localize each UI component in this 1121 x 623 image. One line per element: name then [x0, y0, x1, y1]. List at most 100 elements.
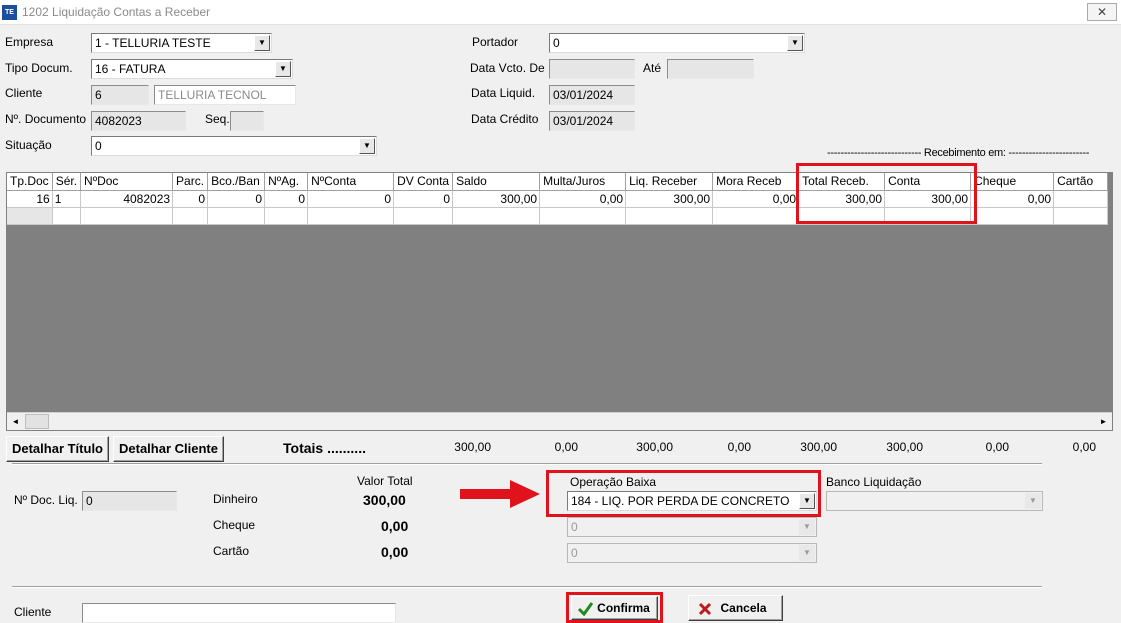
cliente-label: Cliente [5, 86, 43, 100]
grid-cell[interactable] [80, 207, 174, 225]
grid-cell[interactable] [307, 207, 395, 225]
situacao-select[interactable]: 0 ▼ [91, 136, 377, 156]
check-icon [577, 602, 594, 616]
scroll-right-icon[interactable]: ► [1095, 413, 1112, 430]
chevron-down-icon[interactable]: ▼ [799, 545, 815, 561]
grid-cell[interactable]: 300,00 [452, 190, 541, 208]
close-button[interactable]: ✕ [1087, 3, 1117, 21]
banco-liquidacao-select[interactable]: ▼ [826, 491, 1043, 511]
grid-cell[interactable] [7, 207, 53, 225]
cancela-button[interactable]: Cancela [688, 595, 783, 621]
grid-cell[interactable] [539, 207, 627, 225]
scroll-thumb[interactable] [25, 414, 49, 429]
cliente-bottom-field[interactable] [82, 603, 396, 623]
data-liquid-field[interactable]: 03/01/2024 [549, 85, 635, 105]
operacao-baixa-select[interactable]: 184 - LIQ. POR PERDA DE CONCRETO ▼ [567, 491, 817, 511]
grid-cell[interactable]: 0,00 [712, 190, 800, 208]
recebimento-caption: ---------------------------- Recebimento… [827, 147, 1090, 159]
chevron-down-icon[interactable]: ▼ [799, 519, 815, 535]
portador-select[interactable]: 0 ▼ [549, 33, 805, 53]
grid-cell[interactable] [393, 207, 454, 225]
num-doc-liq-field[interactable]: 0 [82, 491, 177, 511]
dinheiro-value: 300,00 [363, 492, 406, 508]
cheque-label: Cheque [213, 518, 256, 532]
grid-cell[interactable] [172, 207, 209, 225]
horizontal-scrollbar[interactable]: ◄ ► [7, 412, 1112, 430]
confirma-button[interactable]: Confirma [571, 596, 658, 620]
divider [12, 463, 1042, 465]
grid-cell[interactable]: 0 [172, 190, 209, 208]
grid-cell[interactable] [264, 207, 309, 225]
seq-field[interactable] [230, 111, 264, 131]
grid-cell[interactable]: 0 [307, 190, 395, 208]
ate-field[interactable] [667, 59, 754, 79]
cliente-code-field[interactable]: 6 [91, 85, 149, 105]
data-vcto-field[interactable] [549, 59, 635, 79]
app-icon: TE [2, 5, 17, 20]
grid-column-header[interactable]: Bco./Ban [207, 173, 266, 191]
grid-column-header[interactable]: Cartão [1053, 173, 1109, 191]
grid-column-header[interactable]: Multa/Juros [539, 173, 627, 191]
grid-column-header[interactable]: NºConta [307, 173, 395, 191]
grid-column-header[interactable]: Cheque [970, 173, 1055, 191]
grid-cell[interactable] [712, 207, 800, 225]
chevron-down-icon[interactable]: ▼ [799, 493, 815, 509]
grid-cell[interactable] [625, 207, 714, 225]
grid-cell[interactable]: 16 [7, 190, 53, 208]
grid-cell[interactable] [207, 207, 266, 225]
grid-cell[interactable]: 0 [264, 190, 309, 208]
grid-cell[interactable]: 0 [207, 190, 266, 208]
num-documento-label: Nº. Documento [5, 112, 87, 126]
total-cheque: 0,00 [985, 440, 1009, 454]
cartao-label: Cartão [213, 544, 250, 558]
grid-column-header[interactable]: Parc. [172, 173, 209, 191]
tipo-docum-label: Tipo Docum. [5, 61, 73, 75]
num-documento-field[interactable]: 4082023 [91, 111, 186, 131]
chevron-down-icon[interactable]: ▼ [254, 35, 270, 51]
scroll-left-icon[interactable]: ◄ [7, 413, 24, 430]
grid-cell[interactable]: 0,00 [539, 190, 627, 208]
grid-cell[interactable] [52, 207, 82, 225]
grid-column-header[interactable]: Saldo [452, 173, 541, 191]
total-multa-juros: 0,00 [554, 440, 578, 454]
grid-column-header[interactable]: Liq. Receber [625, 173, 714, 191]
cartao-select[interactable]: 0 ▼ [567, 543, 817, 563]
total-saldo: 300,00 [454, 440, 491, 454]
grid-cell[interactable]: 0 [393, 190, 454, 208]
chevron-down-icon[interactable]: ▼ [359, 138, 375, 154]
cliente-name-field[interactable]: TELLURIA TECNOL [154, 85, 296, 105]
window-title: 1202 Liquidação Contas a Receber [22, 5, 211, 19]
grid-column-header[interactable]: Mora Receb [712, 173, 800, 191]
detalhar-cliente-button[interactable]: Detalhar Cliente [113, 436, 224, 462]
grid-column-header[interactable]: DV Conta [393, 173, 454, 191]
situacao-value: 0 [95, 139, 102, 153]
data-credito-label: Data Crédito [471, 112, 539, 126]
grid-cell[interactable]: 1 [52, 190, 82, 208]
cheque-select[interactable]: 0 ▼ [567, 517, 817, 537]
grid-column-header[interactable]: Sér. [52, 173, 82, 191]
tipo-docum-select[interactable]: 16 - FATURA ▼ [91, 59, 293, 79]
total-mora-receb: 0,00 [727, 440, 751, 454]
grid-cell[interactable]: 0,00 [970, 190, 1055, 208]
grid-column-header[interactable]: NºDoc [80, 173, 174, 191]
cartao-select-value: 0 [571, 546, 578, 560]
detalhar-titulo-button[interactable]: Detalhar Título [6, 436, 109, 462]
grid-cell[interactable] [1053, 190, 1109, 208]
chevron-down-icon[interactable]: ▼ [787, 35, 803, 51]
grid-cell[interactable] [452, 207, 541, 225]
grid-column-header[interactable]: NºAg. [264, 173, 309, 191]
totais-label: Totais .......... [283, 440, 366, 456]
chevron-down-icon[interactable]: ▼ [1025, 493, 1041, 509]
grid-cell[interactable] [970, 207, 1055, 225]
data-vcto-label: Data Vcto. De [470, 61, 545, 75]
valor-total-label: Valor Total [357, 474, 413, 488]
ate-label: Até [643, 61, 662, 75]
chevron-down-icon[interactable]: ▼ [275, 61, 291, 77]
grid-cell[interactable]: 4082023 [80, 190, 174, 208]
grid-column-header[interactable]: Tp.Doc [7, 173, 53, 191]
num-doc-liq-label: Nº Doc. Liq. [14, 493, 78, 507]
empresa-select[interactable]: 1 - TELLURIA TESTE ▼ [91, 33, 272, 53]
data-credito-field[interactable]: 03/01/2024 [549, 111, 635, 131]
grid-cell[interactable] [1053, 207, 1109, 225]
grid-cell[interactable]: 300,00 [625, 190, 714, 208]
